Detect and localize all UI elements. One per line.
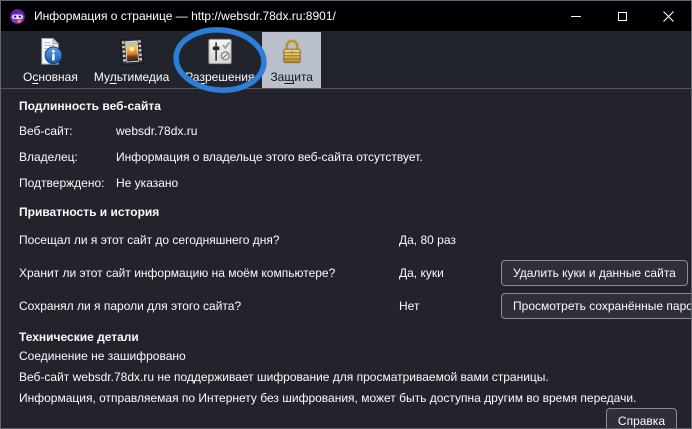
identity-row-value: websdr.78dx.ru xyxy=(116,123,677,139)
identity-row-value: Информация о владельце этого веб-сайта о… xyxy=(116,149,677,165)
close-icon xyxy=(663,11,674,22)
identity-row-label: Владелец: xyxy=(19,149,116,165)
privacy-row-passwords: Сохранял ли я пароли для этого сайта? Не… xyxy=(19,289,677,322)
identity-heading: Подлинность веб-сайта xyxy=(19,98,677,114)
identity-row-label: Веб-сайт: xyxy=(19,123,116,139)
technical-heading: Технические детали xyxy=(19,329,677,345)
privacy-answer: Нет xyxy=(399,299,501,313)
security-panel: Подлинность веб-сайта Веб-сайт: websdr.7… xyxy=(1,89,691,428)
help-button[interactable]: Справка xyxy=(606,408,677,428)
identity-row-label: Подтверждено: xyxy=(19,175,116,191)
encryption-detail: Веб-сайт websdr.78dx.ru не поддерживает … xyxy=(19,367,677,387)
maximize-button[interactable] xyxy=(599,1,645,31)
minimize-icon xyxy=(571,16,581,17)
privacy-answer: Да, куки xyxy=(399,266,501,280)
permissions-icon xyxy=(204,36,236,67)
tab-general[interactable]: Основная xyxy=(15,32,86,88)
footer: Справка xyxy=(606,408,677,428)
privacy-question: Хранит ли этот сайт информацию на моём к… xyxy=(19,266,399,280)
identity-row-value: Не указано xyxy=(116,175,677,191)
privacy-question: Посещал ли я этот сайт до сегодняшнего д… xyxy=(19,233,399,247)
view-saved-passwords-button[interactable]: Просмотреть сохранённые пароли xyxy=(501,293,691,319)
identity-table: Веб-сайт: websdr.78dx.ru Владелец: Инфор… xyxy=(19,123,677,191)
app-icon xyxy=(9,8,26,25)
window-title: Информация о странице — http://websdr.78… xyxy=(34,9,336,23)
privacy-heading: Приватность и история xyxy=(19,204,677,220)
privacy-row-cookies: Хранит ли этот сайт информацию на моём к… xyxy=(19,256,677,289)
clear-cookies-button[interactable]: Удалить куки и данные сайта xyxy=(501,260,688,286)
encryption-warning: Информация, отправляемая по Интернету бе… xyxy=(19,388,677,408)
privacy-row-visited: Посещал ли я этот сайт до сегодняшнего д… xyxy=(19,223,677,256)
privacy-answer: Да, 80 раз xyxy=(399,233,501,247)
media-icon xyxy=(116,36,148,67)
toolbar: Основная xyxy=(1,31,691,89)
tab-permissions[interactable]: Разрешения xyxy=(177,32,262,88)
privacy-question: Сохранял ли я пароли для этого сайта? xyxy=(19,299,399,313)
lock-icon xyxy=(276,36,308,67)
page-info-dialog: Информация о странице — http://websdr.78… xyxy=(0,0,692,429)
document-info-icon xyxy=(34,36,66,67)
close-button[interactable] xyxy=(645,1,691,31)
connection-status: Соединение не зашифровано xyxy=(19,346,677,366)
tab-security[interactable]: Защита xyxy=(262,32,321,88)
window-controls xyxy=(553,1,691,31)
tab-media[interactable]: Мультимедиа xyxy=(86,32,177,88)
tab-media-label: Мультимедиа xyxy=(94,70,169,84)
privacy-table: Посещал ли я этот сайт до сегодняшнего д… xyxy=(19,223,677,322)
tab-permissions-label: Разрешения xyxy=(185,70,254,84)
maximize-icon xyxy=(618,12,627,21)
titlebar: Информация о странице — http://websdr.78… xyxy=(1,1,691,31)
minimize-button[interactable] xyxy=(553,1,599,31)
tab-general-label: Основная xyxy=(23,70,78,84)
tab-security-label: Защита xyxy=(270,70,313,84)
